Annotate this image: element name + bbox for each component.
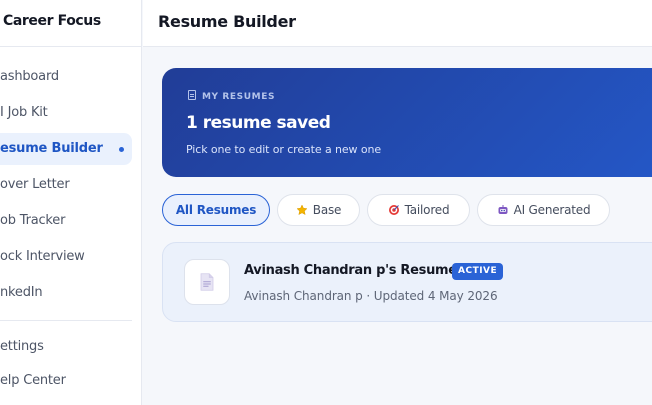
active-indicator-dot [119,147,124,152]
sidebar-item-label: elp Center [0,373,66,388]
banner-kicker: MY RESUMES [188,90,275,102]
sidebar: Career Focus ashboard I Job Kit esume Bu… [0,0,142,405]
banner-subtitle: Pick one to edit or create a new one [186,143,381,156]
sidebar-item-dashboard[interactable]: ashboard [0,61,132,93]
filter-chip-label: AI Generated [513,203,591,217]
resumes-banner: MY RESUMES 1 resume saved Pick one to ed… [162,68,652,177]
filter-chip-base[interactable]: Base [277,194,360,226]
sidebar-item-label: ettings [0,339,44,354]
brand-name: Career Focus [3,13,101,29]
status-badge: ACTIVE [452,263,504,280]
sidebar-item-label: over Letter [0,177,70,192]
resume-meta: Avinash Chandran p · Updated 4 May 2026 [244,289,498,303]
brand-header: Career Focus [0,0,142,47]
resume-card[interactable]: Avinash Chandran p's Resume ACTIVE Avina… [162,242,652,322]
sidebar-item-job-tracker[interactable]: ob Tracker [0,205,132,237]
resume-title: Avinash Chandran p's Resume [244,263,457,278]
page-title: Resume Builder [158,12,296,31]
star-icon [296,204,308,216]
sidebar-item-help-center[interactable]: elp Center [0,365,132,397]
banner-kicker-label: MY RESUMES [202,92,276,102]
filter-chip-label: All Resumes [175,203,257,217]
sidebar-item-linkedin[interactable]: nkedIn [0,277,132,309]
sidebar-item-label: ock Interview [0,249,85,264]
filter-chip-tailored[interactable]: Tailored [367,194,470,226]
sidebar-item-mock-interview[interactable]: ock Interview [0,241,132,273]
filter-chip-label: Base [312,203,342,217]
sidebar-item-label: ob Tracker [0,213,66,228]
sidebar-item-settings[interactable]: ettings [0,331,132,363]
sidebar-item-label: ashboard [0,69,59,84]
filter-chip-label: Tailored [404,203,450,217]
banner-title: 1 resume saved [186,113,331,133]
top-bar: Resume Builder [143,0,652,47]
sidebar-item-label: nkedIn [0,285,43,300]
robot-icon [498,205,508,214]
resume-thumbnail [184,259,230,305]
sidebar-item-resume-builder[interactable]: esume Builder [0,133,132,165]
filter-chip-ai-generated[interactable]: AI Generated [477,194,610,226]
document-icon [188,90,196,100]
sidebar-item-label: I Job Kit [0,105,48,120]
filter-chip-all-resumes[interactable]: All Resumes [162,194,270,226]
target-icon [388,205,399,215]
sidebar-item-label: esume Builder [0,141,103,156]
sidebar-item-cover-letter[interactable]: over Letter [0,169,132,201]
sidebar-item-ai-job-kit[interactable]: I Job Kit [0,97,132,129]
sidebar-divider [0,320,132,321]
document-icon [200,273,214,291]
